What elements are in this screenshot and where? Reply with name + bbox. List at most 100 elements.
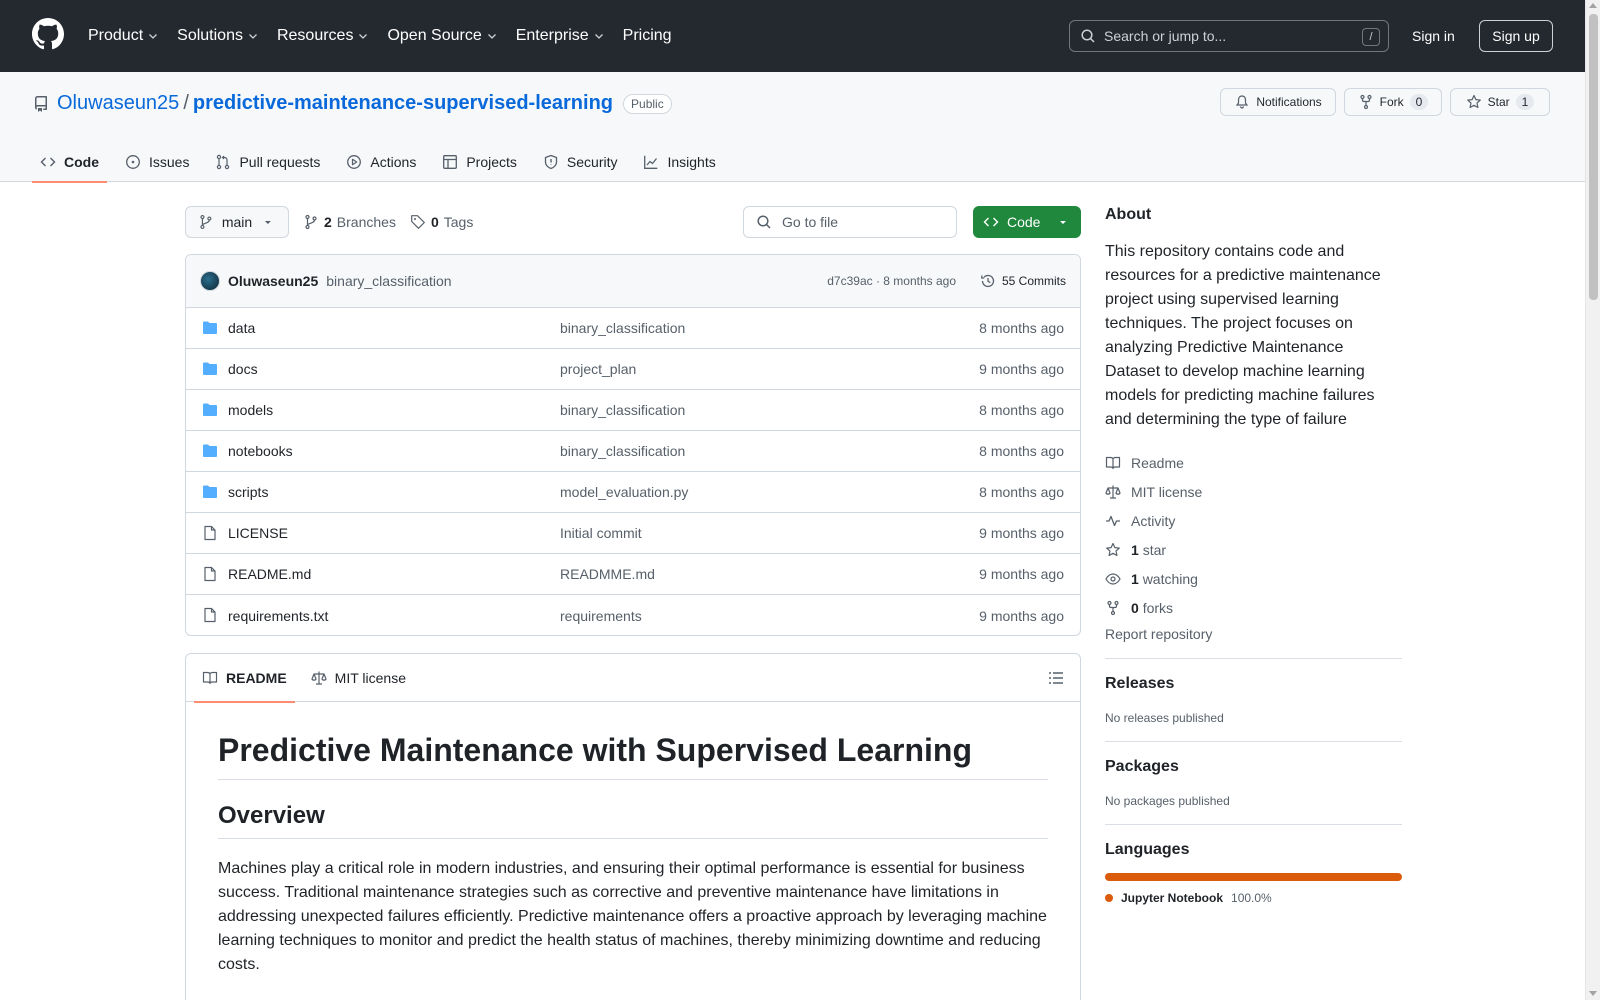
file-name-link[interactable]: models xyxy=(228,402,273,418)
book-icon xyxy=(1105,456,1121,469)
scroll-up-arrow-icon[interactable] xyxy=(1589,3,1597,8)
file-commit-date: 8 months ago xyxy=(979,443,1064,459)
language-name: Jupyter Notebook xyxy=(1121,891,1224,905)
file-commit-message-link[interactable]: project_plan xyxy=(560,361,636,377)
law-icon xyxy=(1105,485,1121,499)
commit-author-link[interactable]: Oluwaseun25 xyxy=(228,273,318,289)
file-name-link[interactable]: scripts xyxy=(228,484,268,500)
divider xyxy=(1105,741,1402,742)
star-button[interactable]: Star 1 xyxy=(1450,88,1550,116)
watching-count: 1 xyxy=(1131,570,1139,587)
star-icon xyxy=(1106,542,1120,556)
file-commit-message-link[interactable]: requirements xyxy=(560,608,642,624)
about-heading: About xyxy=(1105,206,1152,223)
fork-button[interactable]: Fork 0 xyxy=(1344,88,1442,116)
tab-actions[interactable]: Actions xyxy=(338,142,424,182)
repo-name-link[interactable]: predictive-maintenance-supervised-learni… xyxy=(193,92,613,115)
chevron-down-icon xyxy=(487,34,496,39)
page-scrollbar[interactable] xyxy=(1585,0,1600,1000)
sign-in-link[interactable]: Sign in xyxy=(1412,28,1455,44)
tab-projects[interactable]: Projects xyxy=(434,142,525,182)
license-link-label: MIT license xyxy=(1131,483,1203,500)
tab-issues[interactable]: Issues xyxy=(117,142,197,182)
watchers-link[interactable]: 1 watching xyxy=(1105,564,1402,593)
notifications-button[interactable]: Notifications xyxy=(1220,88,1336,116)
list-unordered-icon[interactable] xyxy=(1048,670,1064,686)
file-commit-message-link[interactable]: binary_classification xyxy=(560,320,685,336)
readme-link[interactable]: Readme xyxy=(1105,448,1402,477)
readme-panel: README MIT license Predictive Maintenanc… xyxy=(185,653,1081,1000)
commit-message-link[interactable]: binary_classification xyxy=(326,273,451,289)
nav-label: Pricing xyxy=(622,27,672,44)
tab-pull-requests[interactable]: Pull requests xyxy=(207,142,328,182)
folder-icon xyxy=(202,484,218,500)
tags-label: Tags xyxy=(443,214,474,230)
sign-up-button[interactable]: Sign up xyxy=(1479,20,1553,52)
global-search-input[interactable]: Search or jump to... / xyxy=(1069,20,1389,52)
file-commit-date: 8 months ago xyxy=(979,320,1064,336)
tab-security[interactable]: Security xyxy=(535,142,626,182)
readme-link-label: Readme xyxy=(1131,454,1184,471)
stars-text: 1 star xyxy=(1131,542,1166,558)
file-row: requirements.txt requirements 9 months ago xyxy=(186,595,1080,635)
activity-link[interactable]: Activity xyxy=(1105,506,1402,535)
tab-license[interactable]: MIT license xyxy=(303,654,414,702)
nav-enterprise[interactable]: Enterprise xyxy=(516,27,605,45)
file-commit-message-link[interactable]: binary_classification xyxy=(560,443,685,459)
repo-owner-link[interactable]: Oluwaseun25 xyxy=(57,92,179,115)
go-to-file-input[interactable]: Go to file xyxy=(743,206,957,238)
code-icon xyxy=(983,217,999,227)
stars-link[interactable]: 1 star xyxy=(1105,535,1402,564)
scroll-down-arrow-icon[interactable] xyxy=(1589,991,1597,996)
license-link[interactable]: MIT license xyxy=(1105,477,1402,506)
file-row: notebooks binary_classification 8 months a… xyxy=(186,431,1080,472)
nav-open-source[interactable]: Open Source xyxy=(387,27,497,45)
file-name-link[interactable]: LICENSE xyxy=(228,525,288,541)
language-item[interactable]: Jupyter Notebook 100.0% xyxy=(1105,891,1402,905)
file-name-link[interactable]: docs xyxy=(228,361,258,377)
file-name-link[interactable]: notebooks xyxy=(228,443,293,459)
file-commit-date: 9 months ago xyxy=(979,566,1064,582)
nav-pricing[interactable]: Pricing xyxy=(623,27,672,45)
scrollbar-thumb[interactable] xyxy=(1589,14,1598,300)
tab-code[interactable]: Code xyxy=(32,142,107,183)
code-dropdown-button[interactable]: Code xyxy=(973,206,1081,238)
releases-heading[interactable]: Releases xyxy=(1105,675,1402,693)
star-label: Star xyxy=(1487,95,1510,109)
file-name-link[interactable]: requirements.txt xyxy=(228,608,328,624)
avatar[interactable] xyxy=(200,271,220,291)
file-commit-message-link[interactable]: model_evaluation.py xyxy=(560,484,688,500)
tab-label: Code xyxy=(64,154,99,170)
nav-product[interactable]: Product xyxy=(88,27,159,45)
commit-meta[interactable]: d7c39ac · 8 months ago xyxy=(827,274,956,288)
language-color-dot xyxy=(1105,894,1113,902)
tab-insights[interactable]: Insights xyxy=(635,142,723,182)
star-icon xyxy=(1466,94,1481,109)
file-row: README.md READMME.md 9 months ago xyxy=(186,554,1080,595)
commits-history-link[interactable]: 55 Commits xyxy=(980,273,1066,289)
file-name-link[interactable]: README.md xyxy=(228,566,311,582)
file-list: Oluwaseun25 binary_classification d7c39a… xyxy=(185,254,1081,636)
github-logo-icon[interactable] xyxy=(32,18,64,50)
releases-empty-text: No releases published xyxy=(1105,711,1224,725)
branch-selector[interactable]: main xyxy=(185,206,289,238)
file-commit-message-link[interactable]: binary_classification xyxy=(560,402,685,418)
file-toolbar: main 2 Branches 0 Tags Go to file Code xyxy=(185,206,1081,238)
nav-resources[interactable]: Resources xyxy=(277,27,369,45)
packages-heading[interactable]: Packages xyxy=(1105,758,1402,776)
nav-solutions[interactable]: Solutions xyxy=(177,27,259,45)
code-icon xyxy=(40,157,56,167)
report-repository-link[interactable]: Report repository xyxy=(1105,626,1402,642)
branches-link[interactable]: 2 Branches xyxy=(303,214,396,230)
fork-count: 0 xyxy=(1409,94,1429,110)
file-commit-message-link[interactable]: Initial commit xyxy=(560,525,642,541)
file-name-link[interactable]: data xyxy=(228,320,255,336)
forks-link[interactable]: 0 forks xyxy=(1105,593,1402,622)
file-commit-message-link[interactable]: READMME.md xyxy=(560,566,655,582)
shield-icon xyxy=(544,154,558,170)
readme-title: Predictive Maintenance with Supervised L… xyxy=(218,732,1048,780)
forks-count: 0 xyxy=(1131,599,1139,616)
tab-readme[interactable]: README xyxy=(194,654,295,703)
tags-link[interactable]: 0 Tags xyxy=(410,214,473,230)
code-button-label: Code xyxy=(1007,214,1041,230)
